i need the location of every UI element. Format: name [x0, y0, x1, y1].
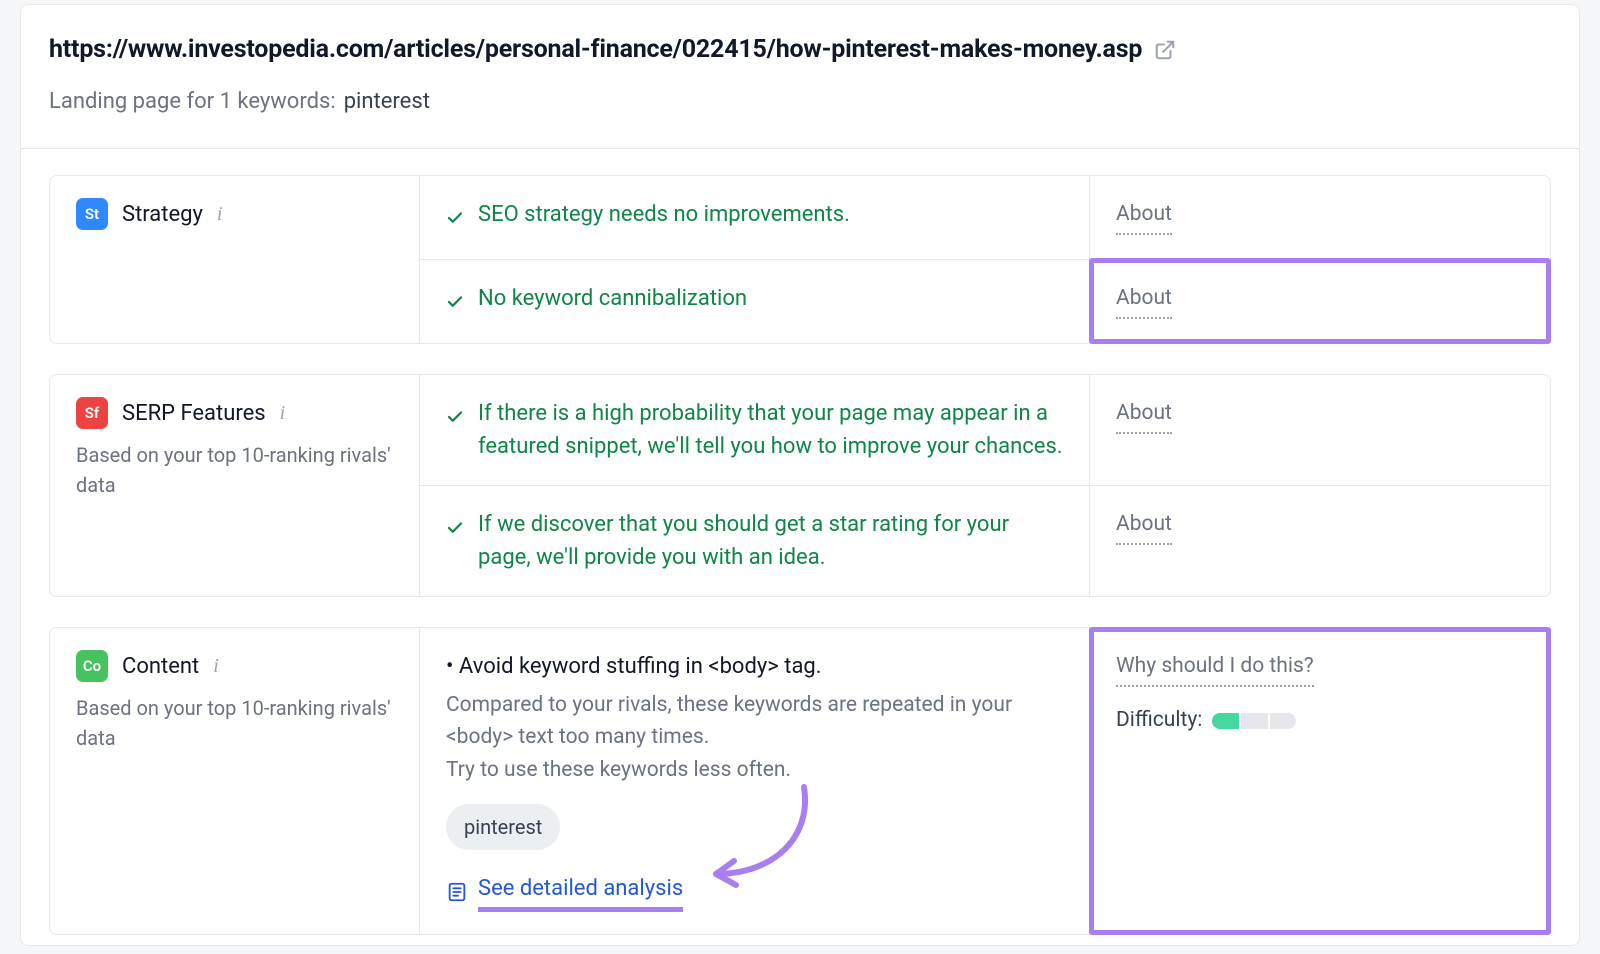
info-icon[interactable]: i [280, 398, 286, 428]
serp-row-2-text: If we discover that you should get a sta… [478, 508, 1063, 574]
strategy-card: St Strategy i SEO strategy needs no impr… [49, 175, 1551, 344]
landing-label: Landing page for 1 keywords: [49, 85, 336, 118]
serp-card: Sf SERP Features i Based on your top 10-… [49, 374, 1551, 597]
strategy-row-2-right: About [1090, 259, 1550, 343]
difficulty-meter [1212, 713, 1296, 729]
content-right: Why should I do this? Difficulty: [1090, 628, 1550, 935]
difficulty-seg-2 [1241, 713, 1270, 729]
strategy-title: Strategy [122, 198, 203, 231]
external-link-icon[interactable] [1154, 39, 1176, 61]
content-bullet-desc-1: Compared to your rivals, these keywords … [446, 689, 1063, 754]
serp-left: Sf SERP Features i Based on your top 10-… [50, 375, 420, 596]
serp-row-1-right: About [1090, 375, 1550, 485]
about-link[interactable]: About [1116, 398, 1172, 435]
info-icon[interactable]: i [213, 651, 219, 681]
document-icon [446, 881, 468, 903]
serp-row-2-msg: If we discover that you should get a sta… [420, 485, 1090, 596]
content-mid: • Avoid keyword stuffing in <body> tag. … [420, 628, 1090, 935]
landing-url[interactable]: https://www.investopedia.com/articles/pe… [49, 31, 1142, 69]
about-link[interactable]: About [1116, 509, 1172, 546]
info-icon[interactable]: i [217, 199, 223, 229]
strategy-row-2-msg: No keyword cannibalization [420, 259, 1090, 343]
serp-row-1-text: If there is a high probability that your… [478, 397, 1063, 463]
keyword-chip[interactable]: pinterest [446, 804, 560, 850]
landing-sub-row: Landing page for 1 keywords: pinterest [49, 85, 1551, 118]
strategy-badge: St [76, 198, 108, 230]
strategy-row-1-right: About [1090, 176, 1550, 259]
check-icon [446, 204, 464, 237]
content-card: Co Content i Based on your top 10-rankin… [49, 627, 1551, 936]
why-link[interactable]: Why should I do this? [1116, 651, 1314, 688]
check-icon [446, 403, 464, 436]
strategy-row-1-text: SEO strategy needs no improvements. [478, 198, 850, 231]
strategy-left: St Strategy i [50, 176, 420, 343]
content-badge: Co [76, 650, 108, 682]
detailed-analysis-link[interactable]: See detailed analysis [478, 872, 683, 912]
strategy-row-2-text: No keyword cannibalization [478, 282, 747, 315]
serp-row-2-right: About [1090, 485, 1550, 596]
serp-subtitle: Based on your top 10-ranking rivals' dat… [76, 440, 393, 500]
about-link[interactable]: About [1116, 283, 1172, 320]
content-left: Co Content i Based on your top 10-rankin… [50, 628, 420, 935]
serp-title: SERP Features [122, 397, 266, 430]
url-row: https://www.investopedia.com/articles/pe… [49, 31, 1551, 69]
difficulty-seg-1 [1212, 713, 1241, 729]
landing-keyword: pinterest [344, 85, 430, 118]
about-link[interactable]: About [1116, 199, 1172, 236]
content-bullet-desc-2: Try to use these keywords less often. [446, 754, 1063, 787]
serp-badge: Sf [76, 397, 108, 429]
page-panel: https://www.investopedia.com/articles/pe… [20, 4, 1580, 946]
difficulty-row: Difficulty: [1116, 705, 1524, 737]
content-subtitle: Based on your top 10-ranking rivals' dat… [76, 693, 393, 753]
difficulty-seg-3 [1270, 713, 1297, 729]
serp-row-1-msg: If there is a high probability that your… [420, 375, 1090, 485]
content-title: Content [122, 650, 199, 683]
strategy-row-1-msg: SEO strategy needs no improvements. [420, 176, 1090, 259]
difficulty-label: Difficulty: [1116, 705, 1202, 737]
page-header: https://www.investopedia.com/articles/pe… [21, 5, 1579, 149]
cards-area: St Strategy i SEO strategy needs no impr… [21, 149, 1579, 946]
content-bullet-title: • Avoid keyword stuffing in <body> tag. [446, 650, 1063, 683]
check-icon [446, 514, 464, 547]
check-icon [446, 288, 464, 321]
